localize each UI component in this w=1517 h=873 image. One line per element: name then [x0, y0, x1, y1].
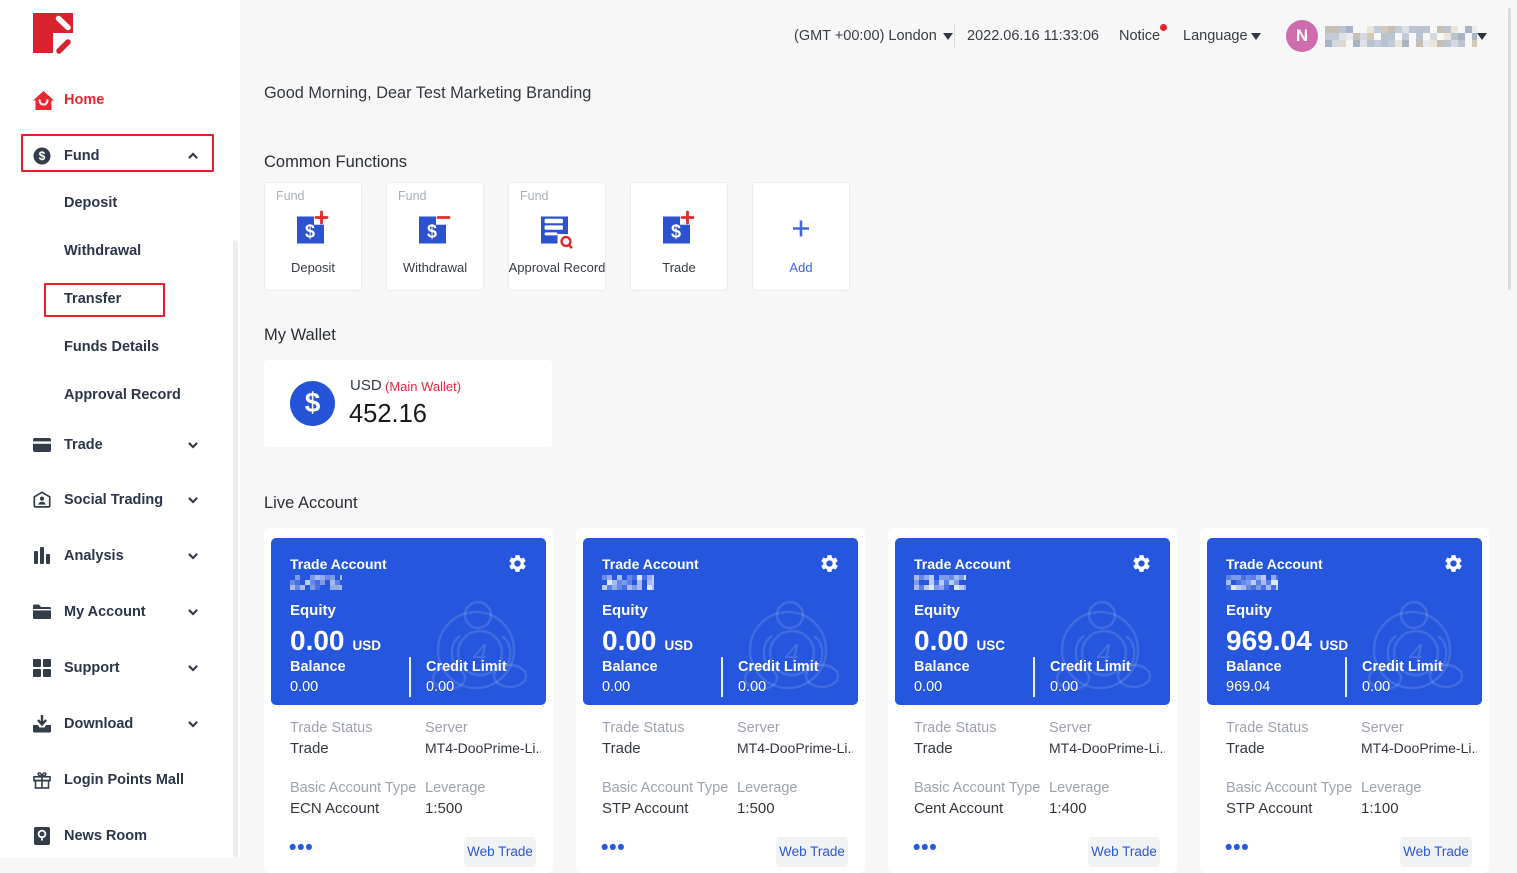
- svg-text:$: $: [39, 149, 46, 163]
- svg-text:4: 4: [473, 638, 487, 668]
- svg-text:4: 4: [785, 638, 799, 668]
- svg-text:$: $: [305, 222, 315, 242]
- svg-text:$: $: [427, 222, 437, 242]
- svg-text:$: $: [671, 222, 681, 242]
- svg-text:4: 4: [1097, 638, 1111, 668]
- svg-text:4: 4: [1409, 638, 1423, 668]
